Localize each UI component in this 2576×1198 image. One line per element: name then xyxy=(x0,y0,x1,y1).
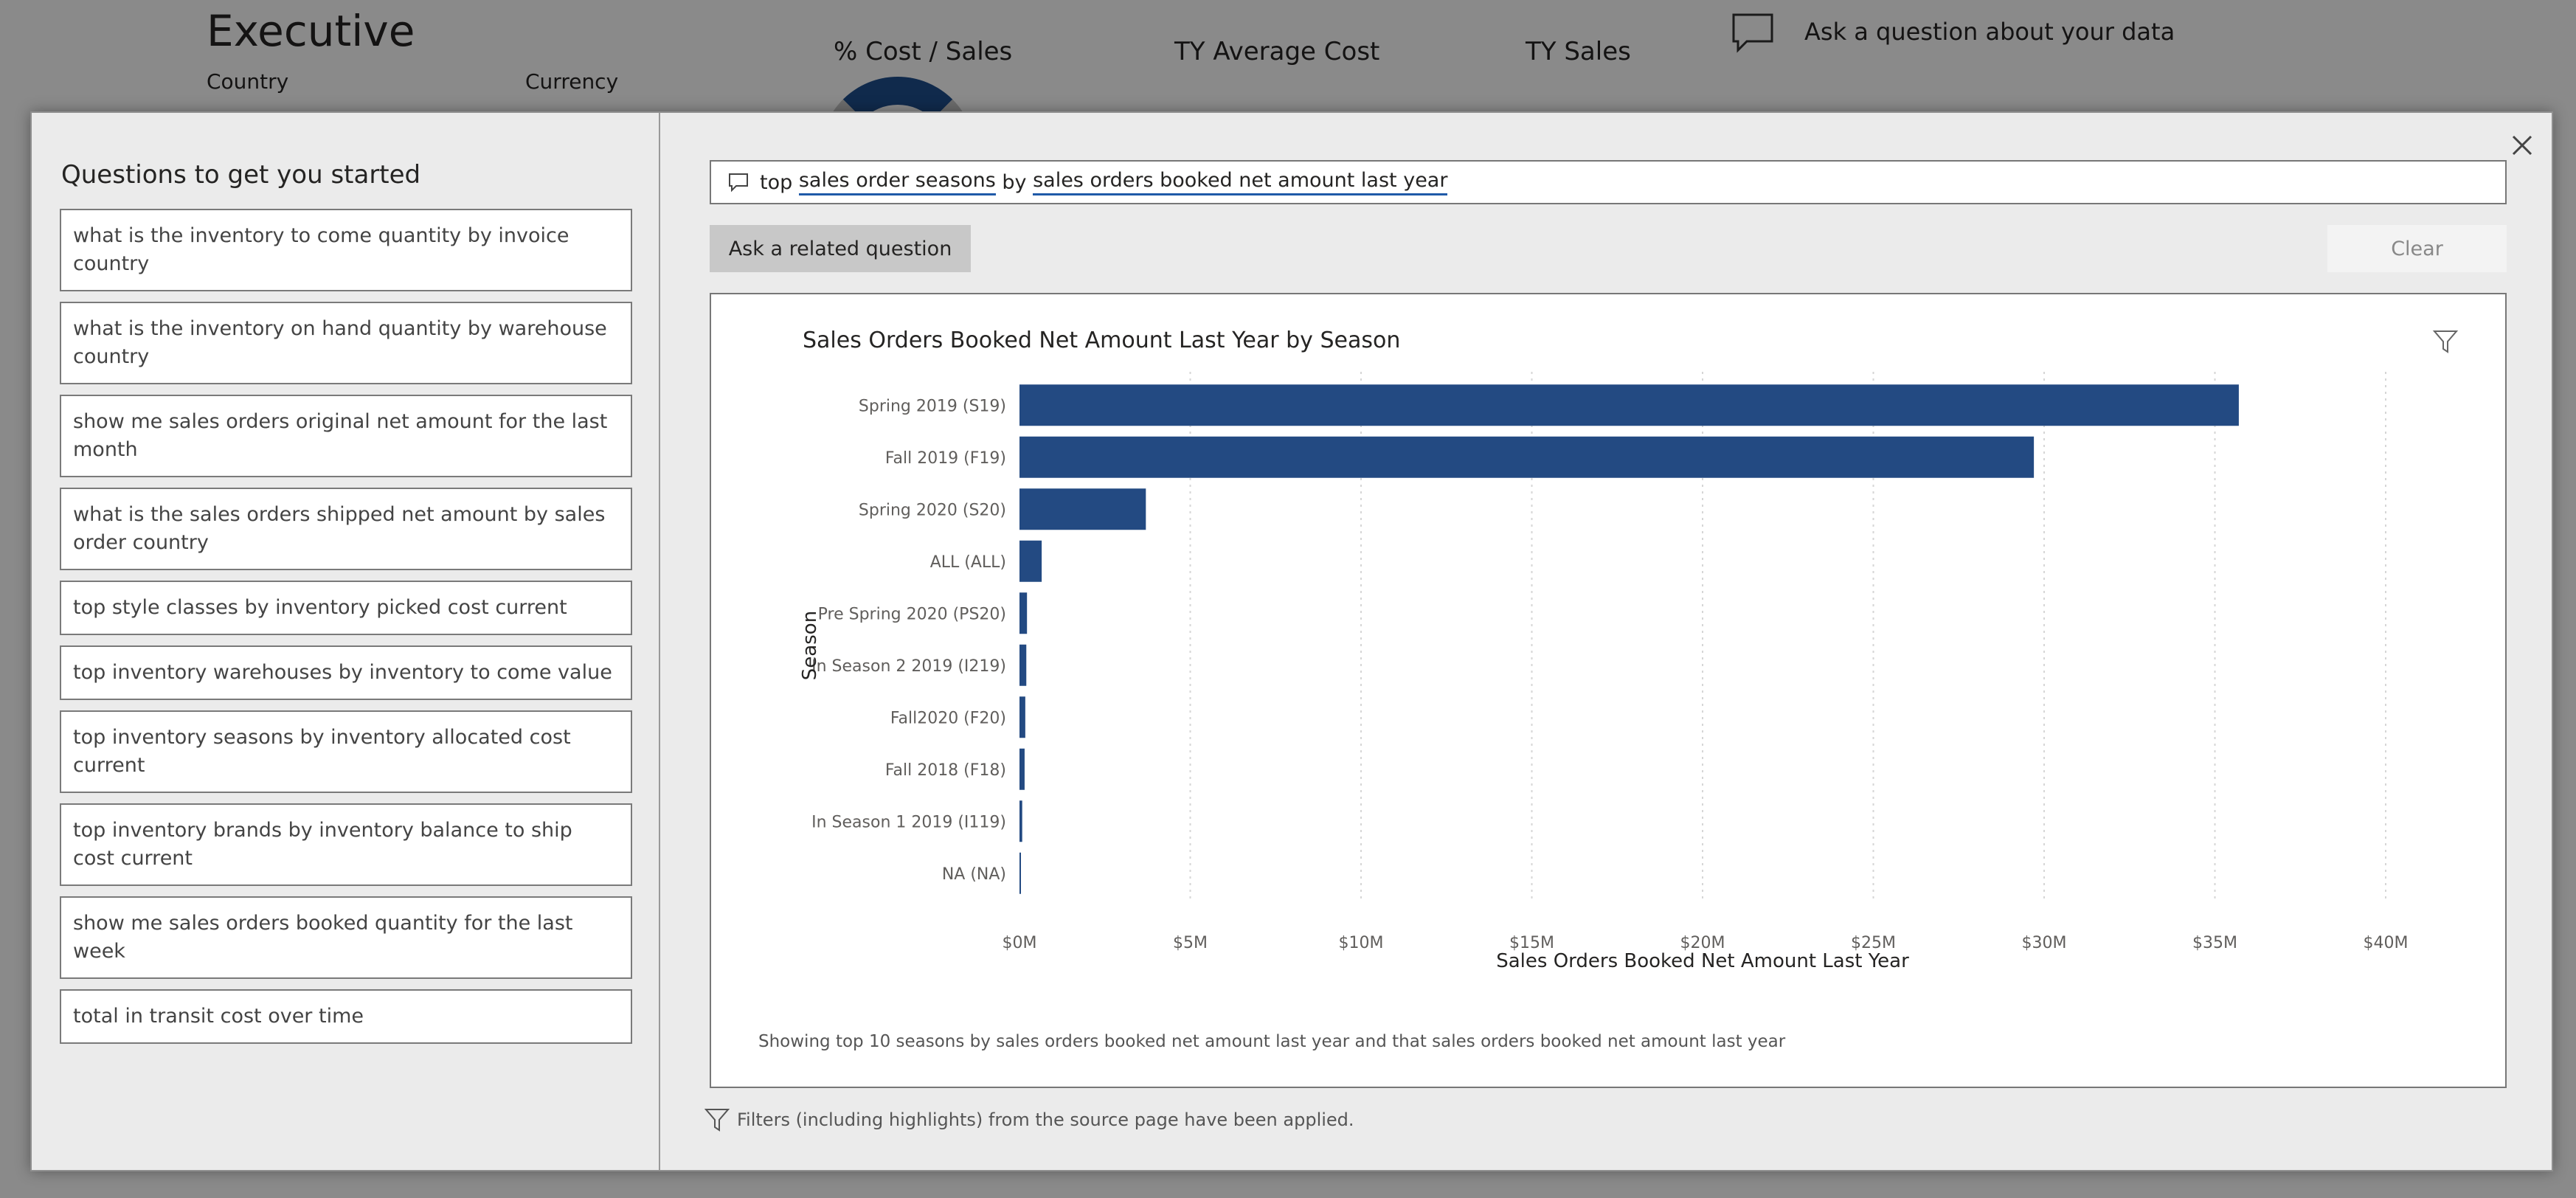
suggested-question[interactable]: what is the inventory to come quantity b… xyxy=(60,209,632,291)
x-tick-label: $35M xyxy=(2192,934,2237,952)
suggested-questions-pane: Questions to get you started what is the… xyxy=(32,113,660,1170)
category-labels: Spring 2019 (S19) Fall 2019 (F19) Spring 2… xyxy=(811,397,1006,884)
category-label: In Season 1 2019 (I119) xyxy=(811,813,1006,831)
suggested-question[interactable]: total in transit cost over time xyxy=(60,989,632,1044)
answer-description: Showing top 10 seasons by sales orders b… xyxy=(758,1032,1786,1051)
chat-icon xyxy=(729,173,748,193)
bar[interactable] xyxy=(1019,800,1022,842)
bar[interactable] xyxy=(1019,696,1025,738)
bar[interactable] xyxy=(1019,540,1042,582)
bar-chart: Sales Orders Booked Net Amount Last Year… xyxy=(799,328,2459,972)
suggested-question[interactable]: show me sales orders original net amount… xyxy=(60,395,632,477)
question-input[interactable]: top sales order seasons by sales orders … xyxy=(710,160,2507,204)
bar[interactable] xyxy=(1019,384,2239,426)
y-axis-label: Season xyxy=(799,611,821,680)
suggested-question[interactable]: top inventory seasons by inventory alloc… xyxy=(60,710,632,793)
suggested-question[interactable]: top inventory brands by inventory balanc… xyxy=(60,803,632,886)
filter-applied-note: Filters (including highlights) from the … xyxy=(704,1107,1354,1132)
answer-chart-panel: Sales Orders Booked Net Amount Last Year… xyxy=(710,293,2507,1088)
x-axis-label: Sales Orders Booked Net Amount Last Year xyxy=(1496,950,1909,972)
qa-result-pane: top sales order seasons by sales orders … xyxy=(660,113,2552,1170)
x-tick-label: $10M xyxy=(1339,934,1384,952)
bar[interactable] xyxy=(1019,644,1027,686)
category-label: ALL (ALL) xyxy=(930,553,1006,572)
filter-note-text: Filters (including highlights) from the … xyxy=(737,1109,1354,1130)
suggested-questions-list: what is the inventory to come quantity b… xyxy=(60,209,632,1054)
query-part-keyword: top xyxy=(760,170,799,194)
x-tick-label: $5M xyxy=(1173,934,1208,952)
category-label: In Season 2 2019 (I219) xyxy=(811,657,1006,676)
filter-icon xyxy=(704,1109,730,1132)
query-part-field: sales order seasons xyxy=(798,169,996,195)
category-label: NA (NA) xyxy=(942,865,1006,884)
x-tick-label: $40M xyxy=(2364,934,2409,952)
filter-icon[interactable] xyxy=(2432,330,2459,353)
ask-related-question-button[interactable]: Ask a related question xyxy=(710,225,971,272)
clear-button[interactable]: Clear xyxy=(2327,225,2507,272)
category-label: Fall2020 (F20) xyxy=(890,709,1006,727)
suggested-question[interactable]: what is the inventory on hand quantity b… xyxy=(60,302,632,384)
suggested-question[interactable]: what is the sales orders shipped net amo… xyxy=(60,488,632,570)
query-part-keyword: by xyxy=(995,170,1033,194)
category-label: Pre Spring 2020 (PS20) xyxy=(818,605,1006,623)
x-tick-label: $30M xyxy=(2022,934,2067,952)
suggested-question[interactable]: top style classes by inventory picked co… xyxy=(60,581,632,635)
bar[interactable] xyxy=(1019,488,1146,530)
close-icon[interactable] xyxy=(2507,131,2537,160)
bars xyxy=(1019,384,2239,894)
bar[interactable] xyxy=(1019,592,1028,634)
bar[interactable] xyxy=(1019,748,1025,790)
qa-modal: Questions to get you started what is the… xyxy=(30,111,2553,1171)
chart-title: Sales Orders Booked Net Amount Last Year… xyxy=(803,328,1400,353)
suggested-question[interactable]: show me sales orders booked quantity for… xyxy=(60,896,632,979)
suggested-questions-heading: Questions to get you started xyxy=(61,160,421,190)
query-part-measure: sales orders booked net amount last year xyxy=(1033,169,1448,195)
bar[interactable] xyxy=(1019,436,2035,478)
category-label: Spring 2020 (S20) xyxy=(859,501,1006,519)
category-label: Fall 2018 (F18) xyxy=(885,761,1006,780)
category-label: Fall 2019 (F19) xyxy=(885,449,1006,468)
x-tick-label: $0M xyxy=(1003,934,1037,952)
category-label: Spring 2019 (S19) xyxy=(859,397,1006,415)
suggested-question[interactable]: top inventory warehouses by inventory to… xyxy=(60,645,632,700)
bar[interactable] xyxy=(1019,852,1021,894)
